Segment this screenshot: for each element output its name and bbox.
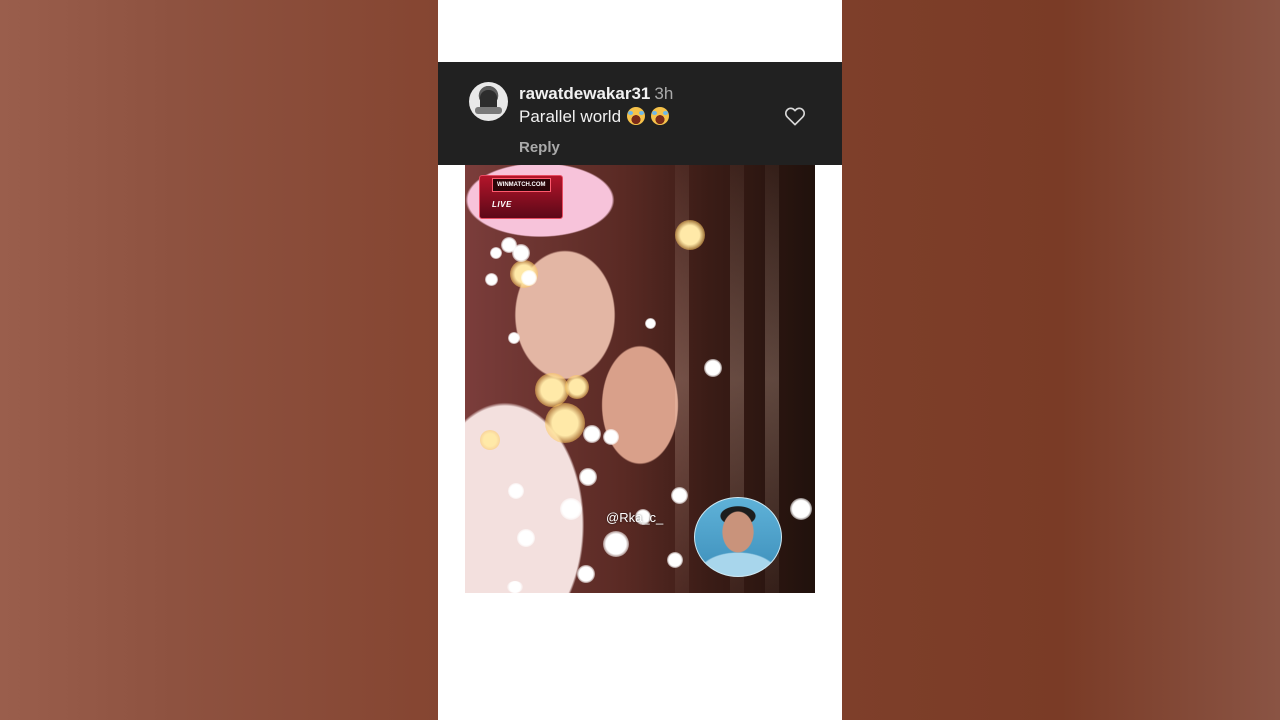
creator-handle: @Rka_c_ <box>606 510 664 525</box>
comment-header: rawatdewakar31 3h <box>519 84 673 104</box>
bokeh-light <box>508 483 524 499</box>
bokeh-light <box>545 403 585 443</box>
live-label: LIVE <box>492 200 512 209</box>
heart-icon[interactable] <box>784 106 806 126</box>
bokeh-light <box>565 375 589 399</box>
bokeh-light <box>560 498 582 520</box>
bokeh-light <box>645 318 656 329</box>
laughing-emoji-icon <box>627 107 646 125</box>
sponsor-badge[interactable]: WINMATCH.COM LIVE <box>479 175 563 219</box>
bokeh-light <box>603 429 619 445</box>
bokeh-light <box>603 531 629 557</box>
reply-button[interactable]: Reply <box>519 139 560 156</box>
bokeh-light <box>671 487 688 504</box>
avatar-figure <box>475 90 502 114</box>
bokeh-light <box>507 581 523 593</box>
bokeh-light <box>535 373 569 407</box>
bokeh-light <box>480 430 500 450</box>
bokeh-light <box>517 529 535 547</box>
short-frame: rawatdewakar31 3h Parallel world Reply W… <box>438 0 842 720</box>
blurred-background-left <box>0 0 438 720</box>
bokeh-light <box>577 565 595 583</box>
video-frame[interactable]: WINMATCH.COM LIVE @Rka_c_ <box>465 165 815 593</box>
laughing-emoji-icon <box>651 107 670 125</box>
bokeh-light <box>704 359 722 377</box>
bokeh-light <box>521 270 537 286</box>
sponsor-site-label: WINMATCH.COM <box>492 178 551 192</box>
bokeh-light <box>512 244 530 262</box>
bokeh-light <box>790 498 812 520</box>
bokeh-light <box>675 220 705 250</box>
bokeh-light <box>583 425 601 443</box>
bokeh-light <box>490 247 502 259</box>
comment-card: rawatdewakar31 3h Parallel world Reply <box>438 62 842 165</box>
blurred-background-right <box>842 0 1280 720</box>
comment-text: Parallel world <box>519 107 622 126</box>
bokeh-light <box>667 552 683 568</box>
comment-time: 3h <box>654 84 674 103</box>
presenter-pip <box>694 497 782 577</box>
bokeh-light <box>485 273 498 286</box>
user-avatar[interactable] <box>469 82 508 121</box>
bokeh-light <box>579 468 597 486</box>
comment-username[interactable]: rawatdewakar31 <box>519 84 650 103</box>
bokeh-light <box>508 332 520 344</box>
comment-body: Parallel world <box>519 107 670 127</box>
